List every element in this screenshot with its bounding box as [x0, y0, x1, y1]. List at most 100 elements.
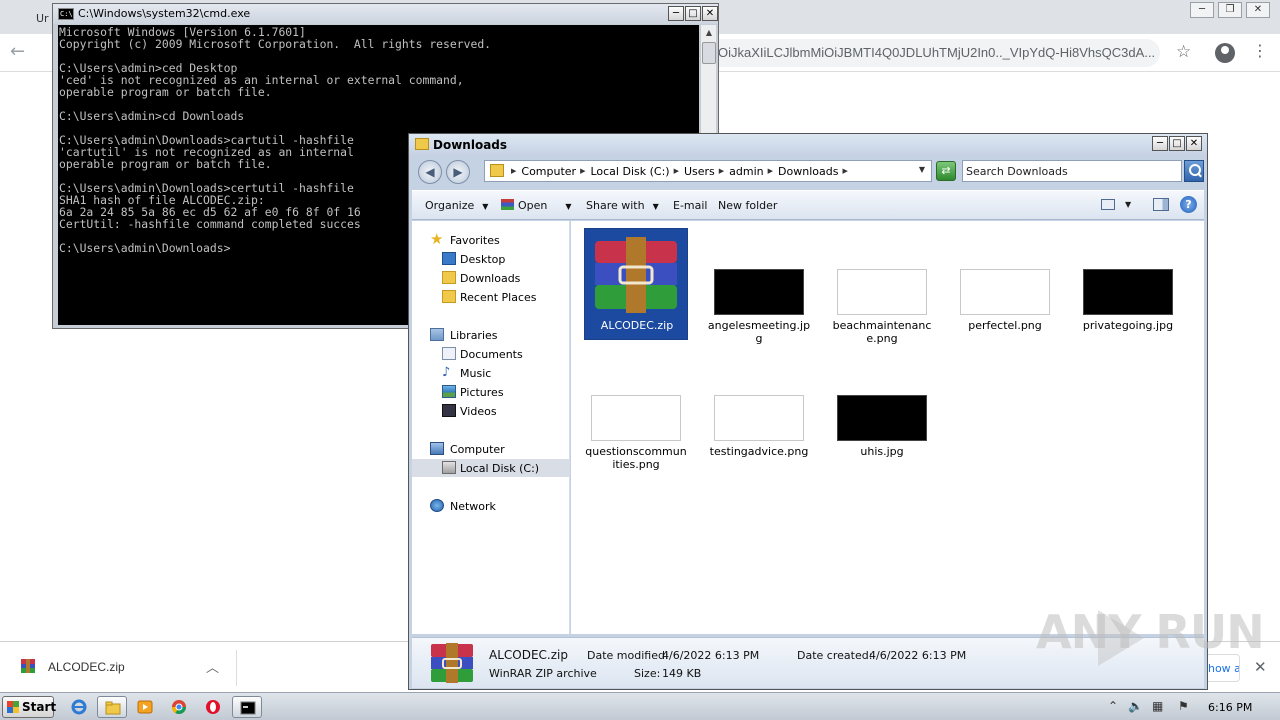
restore-icon[interactable]: ❐: [1218, 2, 1242, 18]
cmd-icon: C:\: [58, 8, 74, 20]
nav-documents[interactable]: Documents: [412, 345, 570, 363]
change-view-icon[interactable]: [1101, 199, 1115, 210]
breadcrumb-separator-icon[interactable]: ▶: [580, 165, 585, 178]
file-item[interactable]: ALCODEC.zip: [584, 228, 688, 340]
breadcrumb-separator-icon[interactable]: ▶: [674, 165, 679, 178]
chevron-down-icon: ▼: [652, 202, 659, 211]
back-arrow-icon[interactable]: ←: [10, 41, 34, 65]
bookmark-star-icon[interactable]: ☆: [1176, 42, 1191, 62]
videos-icon: [442, 404, 456, 417]
start-label: Start: [22, 700, 57, 714]
refresh-icon[interactable]: ⇄: [936, 161, 956, 181]
nav-pictures[interactable]: Pictures: [412, 383, 570, 401]
share-with-button[interactable]: Share with ▼: [586, 199, 659, 212]
open-button[interactable]: Open ▼: [501, 199, 572, 212]
libraries-icon: [430, 328, 444, 341]
taskbar-cmd[interactable]: [232, 696, 262, 718]
taskbar-opera[interactable]: [198, 696, 228, 718]
chevron-down-icon[interactable]: ▼: [1125, 200, 1131, 209]
file-item[interactable]: uhis.jpg: [830, 354, 934, 466]
taskbar-explorer[interactable]: [97, 696, 127, 718]
recent-places-icon: [442, 290, 456, 303]
download-item[interactable]: ALCODEC.zip ︿: [14, 654, 234, 682]
close-icon[interactable]: ✕: [1186, 136, 1202, 151]
breadcrumb-separator-icon[interactable]: ▶: [768, 165, 773, 178]
breadcrumb[interactable]: ▶ Computer ▶ Local Disk (C:) ▶ Users ▶ admin ▶ Do…: [484, 160, 932, 182]
nav-network[interactable]: Network: [412, 497, 570, 515]
minimize-icon[interactable]: ─: [1190, 2, 1214, 18]
close-icon[interactable]: ✕: [1246, 2, 1270, 18]
taskbar-chrome[interactable]: [164, 696, 194, 718]
breadcrumb-separator-icon[interactable]: ▶: [719, 165, 724, 178]
chevron-down-icon[interactable]: ▼: [919, 165, 925, 174]
details-filename: ALCODEC.zip: [489, 648, 568, 662]
explorer-window: Downloads ─ □ ✕ ◀ ▶ ▶ Computer ▶ Local Disk…: [408, 133, 1208, 690]
email-button[interactable]: E-mail: [673, 199, 708, 212]
new-folder-button[interactable]: New folder: [718, 199, 777, 212]
cmd-titlebar[interactable]: C:\ C:\Windows\system32\cmd.exe ─ □ ✕: [53, 4, 718, 24]
winrar-archive-icon: [595, 237, 677, 313]
taskbar-media-player[interactable]: [130, 696, 160, 718]
nav-label: Pictures: [460, 386, 504, 399]
minimize-icon[interactable]: ─: [1152, 136, 1168, 151]
maximize-icon[interactable]: □: [1169, 136, 1185, 151]
nav-downloads[interactable]: Downloads: [412, 269, 570, 287]
show-hidden-icons-icon[interactable]: ⌃: [1108, 699, 1118, 713]
file-item[interactable]: perfectel.png: [953, 228, 1057, 340]
maximize-icon[interactable]: □: [685, 6, 701, 21]
organize-button[interactable]: Organize ▼: [425, 199, 488, 212]
details-date-created-label: Date created:: [797, 649, 873, 662]
network-icon[interactable]: ▦: [1152, 699, 1163, 713]
action-center-flag-icon[interactable]: ⚑: [1178, 699, 1189, 713]
file-item[interactable]: testingadvice.png: [707, 354, 811, 466]
breadcrumb-separator-icon[interactable]: ▶: [511, 165, 516, 178]
nav-desktop[interactable]: Desktop: [412, 250, 570, 268]
breadcrumb-item[interactable]: Computer: [521, 165, 576, 178]
preview-pane-icon[interactable]: [1153, 198, 1169, 211]
minimize-icon[interactable]: ─: [668, 6, 684, 21]
back-arrow-icon[interactable]: ◀: [418, 160, 442, 184]
clock[interactable]: 6:16 PM: [1208, 701, 1252, 714]
address-bar-url[interactable]: OiJkaXIiLCJlbmMiOiJBMTI4Q0JDLUhTMjU2In0.…: [718, 45, 1158, 60]
file-item[interactable]: angelesmeeting.jpg: [707, 228, 811, 345]
image-thumbnail: [714, 269, 804, 315]
profile-avatar-icon[interactable]: [1215, 43, 1235, 63]
scroll-up-arrow-icon[interactable]: ▲: [701, 25, 717, 41]
explorer-titlebar[interactable]: Downloads ─ □ ✕: [409, 134, 1207, 156]
breadcrumb-item[interactable]: Downloads: [778, 165, 838, 178]
explorer-command-bar: Organize ▼ Open ▼ Share with ▼ E-mail New f…: [412, 190, 1204, 220]
file-item[interactable]: beachmaintenance.png: [830, 228, 934, 345]
nav-recent-places[interactable]: Recent Places: [412, 288, 570, 306]
chevron-up-icon[interactable]: ︿: [206, 657, 219, 676]
nav-videos[interactable]: Videos: [412, 402, 570, 420]
breadcrumb-item[interactable]: admin: [729, 165, 763, 178]
search-icon[interactable]: [1184, 160, 1204, 182]
taskbar-ie[interactable]: [64, 696, 94, 718]
file-item[interactable]: questionscommunities.png: [584, 354, 688, 471]
file-item[interactable]: privategoing.jpg: [1076, 228, 1180, 340]
nav-music[interactable]: ♪ Music: [412, 364, 570, 382]
forward-arrow-icon[interactable]: ▶: [446, 160, 470, 184]
start-button[interactable]: Start: [2, 696, 57, 718]
breadcrumb-separator-icon[interactable]: ▶: [842, 165, 847, 178]
breadcrumb-item[interactable]: Local Disk (C:): [590, 165, 669, 178]
breadcrumb-item[interactable]: Users: [684, 165, 715, 178]
image-thumbnail: [591, 395, 681, 441]
nav-label: Local Disk (C:): [460, 462, 540, 475]
close-icon[interactable]: ✕: [1254, 658, 1267, 676]
music-icon: ♪: [442, 365, 451, 380]
nav-local-disk[interactable]: Local Disk (C:): [412, 459, 570, 477]
search-input[interactable]: [966, 163, 1178, 179]
nav-favorites[interactable]: ★ Favorites: [412, 231, 570, 249]
nav-computer[interactable]: Computer: [412, 440, 570, 458]
navigation-pane: ★ Favorites Desktop Downloads Recent Plac…: [412, 221, 570, 634]
nav-libraries[interactable]: Libraries: [412, 326, 570, 344]
volume-icon[interactable]: 🔈: [1128, 699, 1143, 713]
kebab-menu-icon[interactable]: ⋮: [1252, 41, 1268, 60]
scrollbar-thumb[interactable]: [702, 42, 716, 64]
cmd-line: Copyright (c) 2009 Microsoft Corporation…: [59, 37, 492, 51]
help-icon[interactable]: ?: [1180, 196, 1197, 213]
close-icon[interactable]: ✕: [702, 6, 718, 21]
search-box[interactable]: [962, 160, 1182, 182]
file-list-view[interactable]: ALCODEC.zip angelesmeeting.jpg beachmainte…: [571, 221, 1204, 634]
